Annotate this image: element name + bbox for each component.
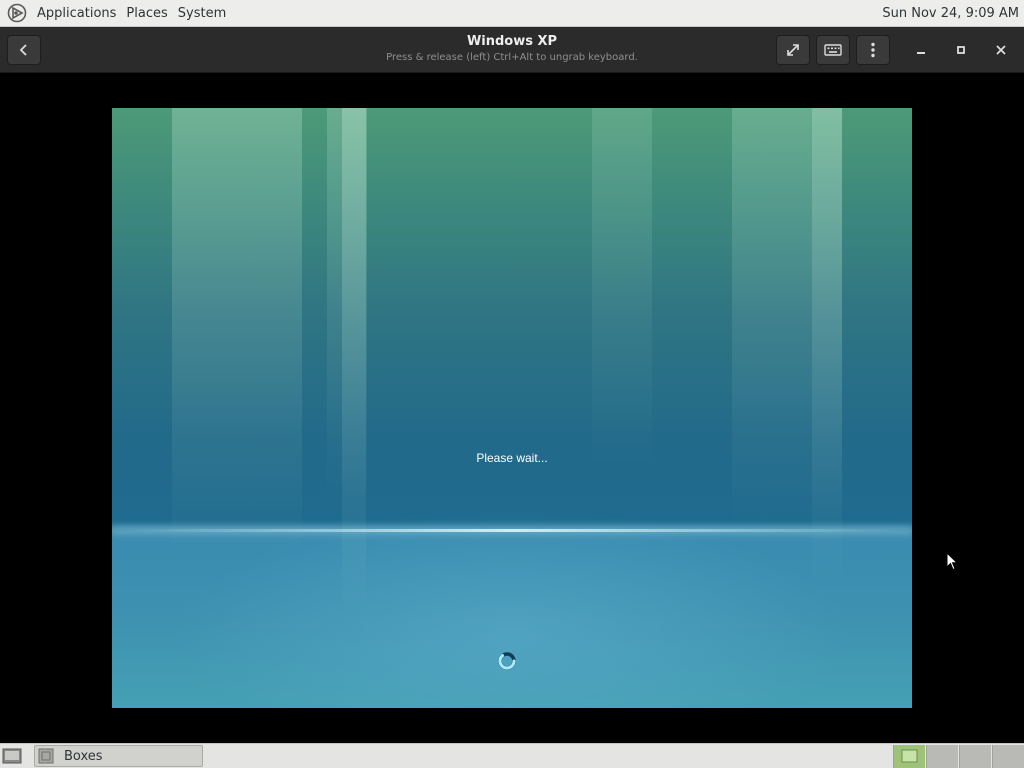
fullscreen-button[interactable] (776, 35, 810, 65)
light-ray (592, 108, 652, 708)
show-desktop-icon[interactable] (2, 747, 22, 765)
system-menu[interactable]: System (173, 0, 231, 27)
taskbar-window-boxes[interactable]: Boxes (34, 745, 203, 767)
workspace-3[interactable] (959, 745, 991, 768)
distro-logo-icon[interactable] (7, 3, 27, 23)
boxes-headerbar: Windows XP Press & release (left) Ctrl+A… (0, 27, 1024, 73)
keyboard-icon (824, 44, 842, 56)
loading-spinner-icon (498, 652, 516, 670)
minimize-button[interactable] (906, 35, 936, 65)
minimize-icon (917, 52, 925, 54)
light-ray (812, 108, 842, 708)
workspace-2[interactable] (926, 745, 958, 768)
light-ray (172, 108, 302, 708)
bottom-panel: Boxes (0, 743, 1024, 768)
applications-menu[interactable]: Applications (32, 0, 121, 27)
fullscreen-icon (787, 44, 799, 56)
workspace-1[interactable] (893, 745, 925, 768)
top-panel: Applications Places System Sun Nov 24, 9… (0, 0, 1024, 27)
clock[interactable]: Sun Nov 24, 9:09 AM (882, 0, 1019, 27)
maximize-button[interactable] (946, 35, 976, 65)
taskbar-window-label: Boxes (64, 748, 103, 764)
workspace-window-icon (901, 749, 918, 763)
light-ray (342, 108, 366, 708)
menu-dots-icon (871, 42, 875, 58)
vm-display[interactable]: Please wait... (112, 108, 912, 708)
please-wait-text: Please wait... (476, 451, 548, 465)
maximize-icon (957, 46, 965, 54)
horizon-line (112, 529, 912, 532)
boxes-app-icon (38, 748, 54, 764)
keyboard-button[interactable] (816, 35, 850, 65)
close-icon (996, 45, 1006, 55)
close-button[interactable] (986, 35, 1016, 65)
places-menu[interactable]: Places (121, 0, 172, 27)
workspace-4[interactable] (992, 745, 1024, 768)
menu-button[interactable] (856, 35, 890, 65)
mouse-cursor-icon (946, 552, 958, 571)
